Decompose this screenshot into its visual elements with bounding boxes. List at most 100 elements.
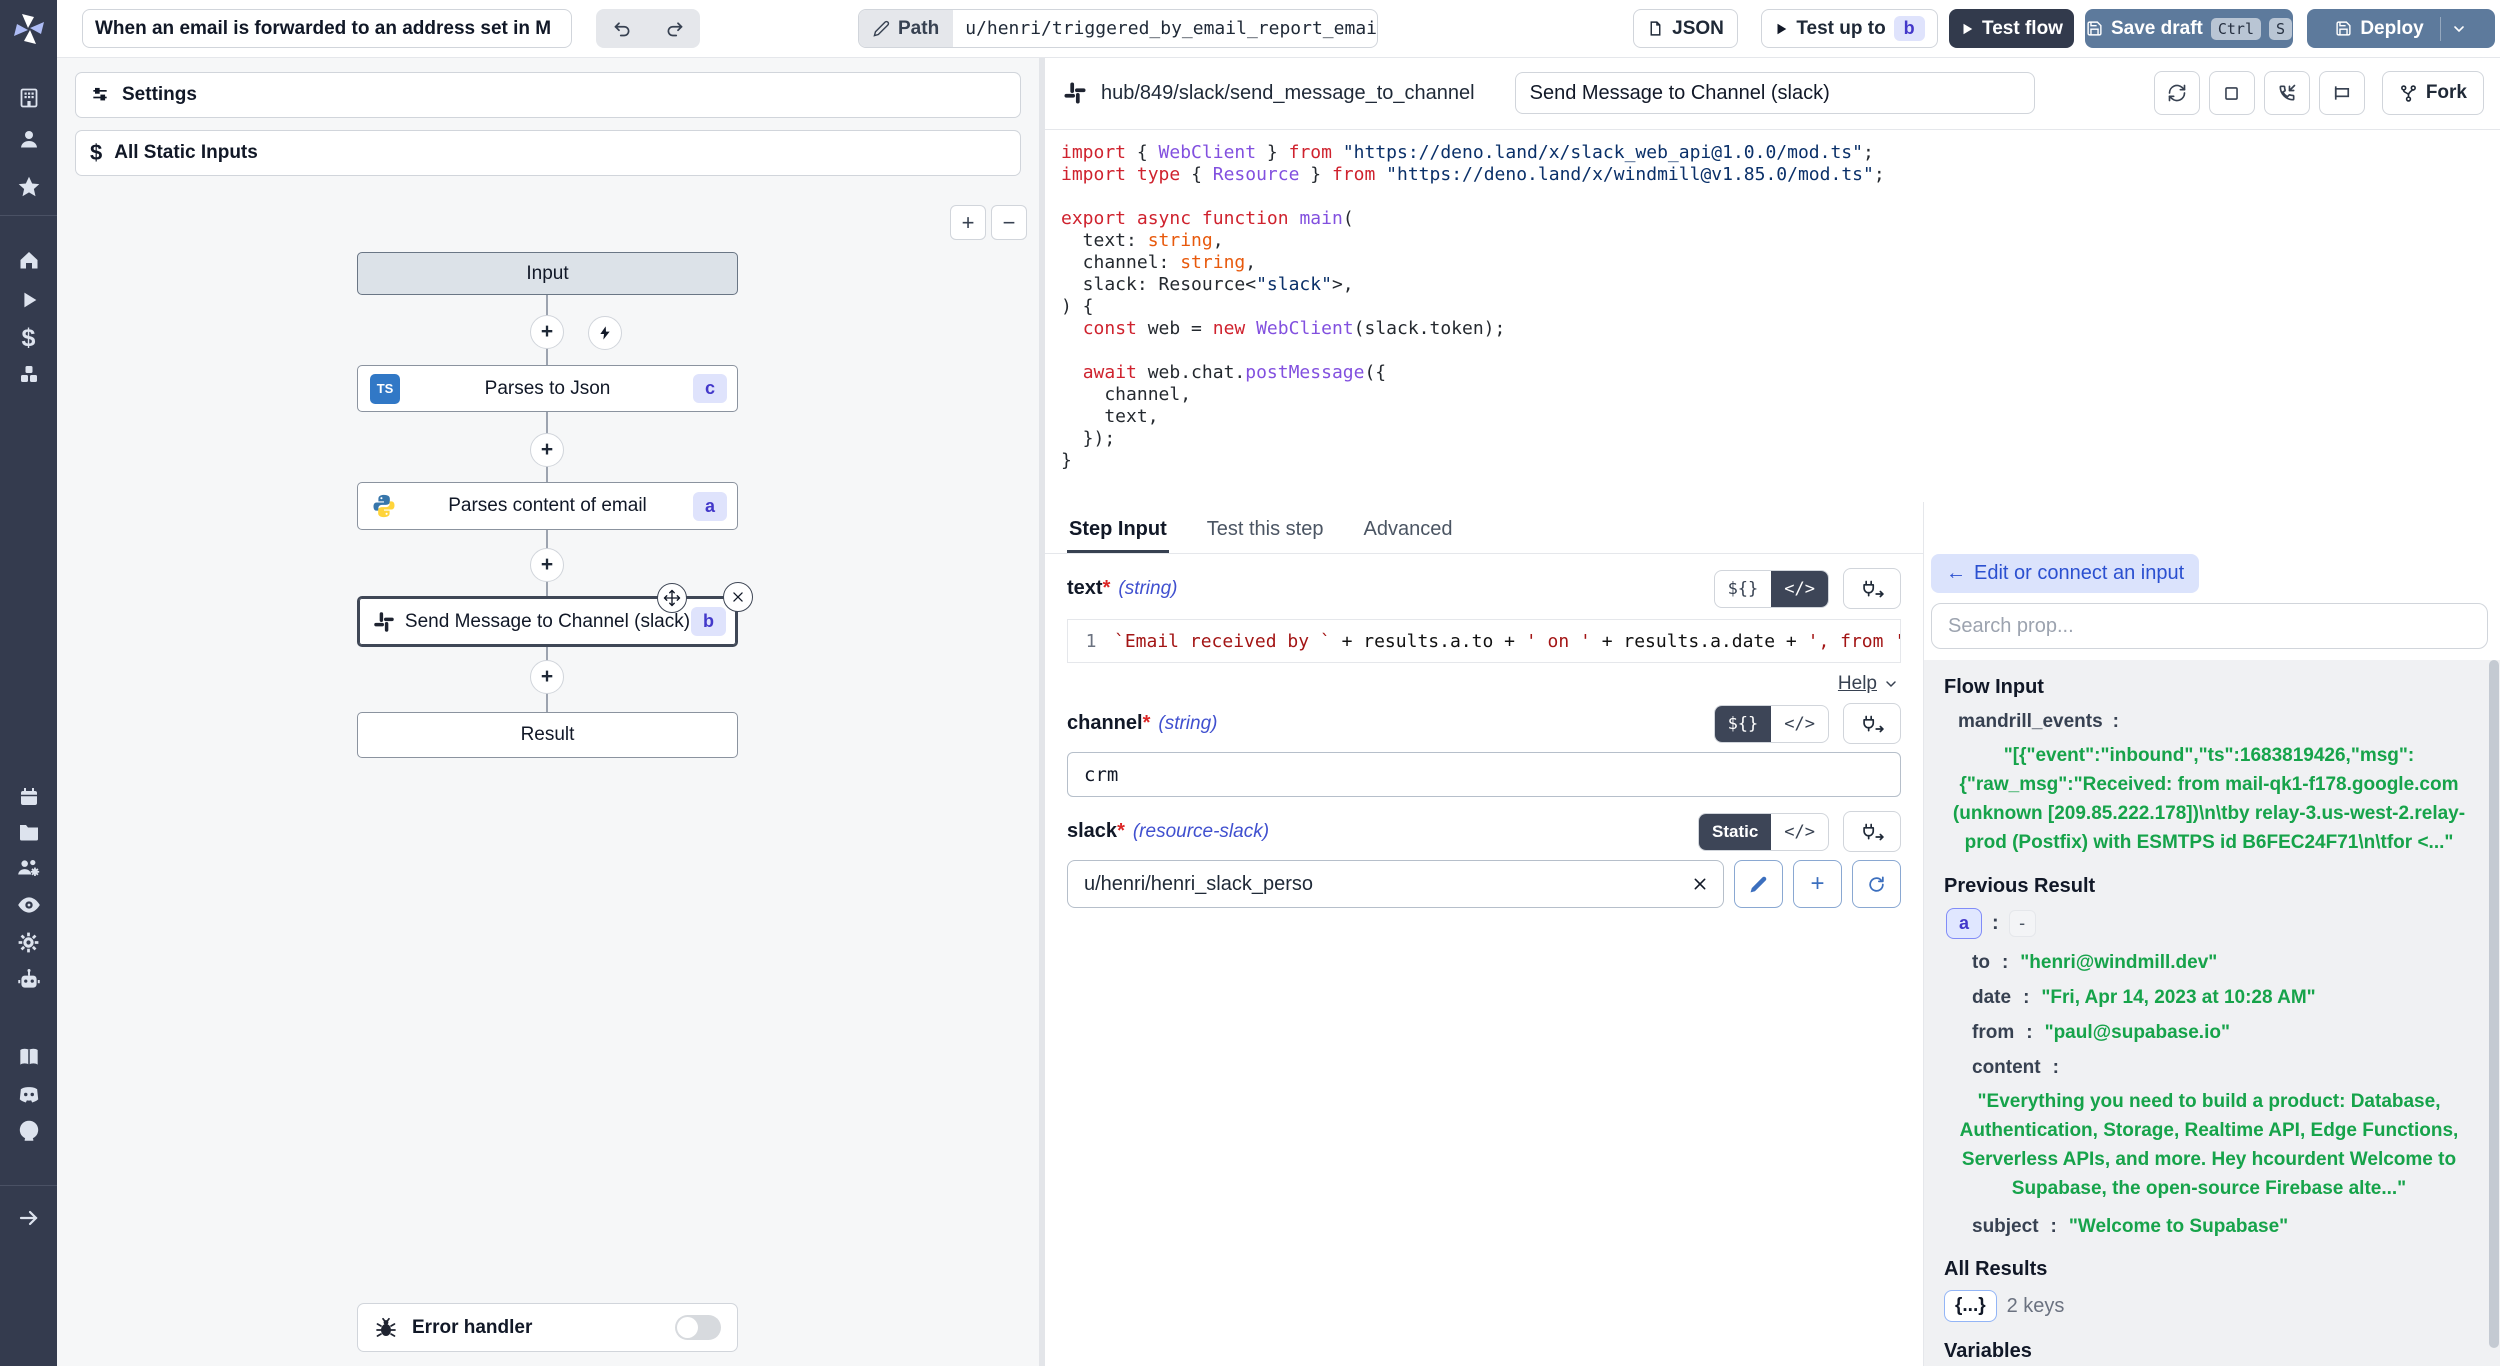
scrollbar-thumb[interactable] — [2489, 660, 2499, 1348]
code-line: import type { Resource } from "https://d… — [1061, 164, 2500, 186]
node-input[interactable]: Input — [357, 252, 738, 295]
flow-settings-button[interactable]: Settings — [75, 72, 1021, 118]
hub-script-path[interactable]: hub/849/slack/send_message_to_channel — [1101, 82, 1475, 105]
docs-book-icon[interactable] — [10, 1039, 48, 1075]
runs-play-icon[interactable] — [10, 282, 48, 318]
move-step-button[interactable] — [657, 583, 687, 613]
connect-input-plug-button[interactable] — [1843, 811, 1901, 852]
chevron-down-icon[interactable] — [1883, 676, 1899, 692]
expand-editor-button[interactable] — [2209, 71, 2255, 115]
node-result[interactable]: Result — [357, 712, 738, 758]
result-a-badge[interactable]: a — [1946, 908, 1982, 939]
refresh-resource-button[interactable] — [1852, 860, 1901, 908]
code-line: const web = new WebClient(slack.token); — [1061, 318, 2500, 340]
result-row-from[interactable]: from: "paul@supabase.io" — [1944, 1022, 2474, 1044]
all-static-inputs-button[interactable]: $ All Static Inputs — [75, 130, 1021, 176]
schedules-calendar-icon[interactable] — [10, 779, 48, 815]
user-icon[interactable] — [10, 121, 48, 157]
error-handler-toggle[interactable] — [675, 1315, 721, 1340]
folders-icon[interactable] — [10, 814, 48, 850]
search-prop-input[interactable] — [1931, 603, 2488, 649]
deploy-dropdown-chevron-icon[interactable] — [2451, 21, 2467, 37]
resources-cubes-icon[interactable] — [10, 356, 48, 392]
save-draft-button[interactable]: Save draft Ctrl S — [2085, 9, 2293, 48]
windmill-logo-icon[interactable] — [0, 0, 57, 57]
discord-icon[interactable] — [10, 1076, 48, 1112]
fork-button[interactable]: Fork — [2382, 71, 2484, 115]
reload-script-button[interactable] — [2154, 71, 2200, 115]
settings-gear-icon[interactable] — [10, 924, 48, 960]
redo-button[interactable] — [648, 9, 700, 48]
static-mode-button[interactable]: Static — [1699, 814, 1771, 850]
workspace-building-icon[interactable] — [10, 80, 48, 116]
step-summary-input[interactable] — [1515, 72, 2035, 114]
insert-step-button[interactable]: + — [530, 548, 564, 582]
result-row-to[interactable]: to: "henri@windmill.dev" — [1944, 952, 2474, 974]
step-header-actions: Fork — [2154, 71, 2484, 115]
help-link[interactable]: Help — [1838, 673, 1877, 695]
insert-step-button[interactable]: + — [530, 315, 564, 349]
error-handler-label: Error handler — [412, 1317, 532, 1339]
connect-input-plug-button[interactable] — [1843, 703, 1901, 744]
github-icon[interactable] — [10, 1113, 48, 1149]
text-expression-editor[interactable]: 1 `Email received by ` + results.a.to + … — [1067, 619, 1901, 663]
error-handler-row[interactable]: Error handler — [357, 1303, 738, 1352]
insert-step-button[interactable]: + — [530, 433, 564, 467]
flow-title-input[interactable] — [82, 9, 572, 48]
undo-button[interactable] — [596, 9, 648, 48]
connect-input-plug-button[interactable] — [1843, 568, 1901, 609]
tab-advanced[interactable]: Advanced — [1361, 518, 1454, 553]
edit-resource-button[interactable] — [1734, 860, 1783, 908]
all-results-object-badge[interactable]: {...} — [1944, 1290, 1997, 1322]
flag-button[interactable] — [2319, 71, 2365, 115]
insert-step-button[interactable]: + — [530, 660, 564, 694]
code-mode-button[interactable]: </> — [1771, 571, 1828, 607]
trigger-bolt-button[interactable] — [588, 316, 622, 350]
result-content-value[interactable]: "Everything you need to build a product:… — [1944, 1087, 2474, 1203]
slack-resource-input[interactable] — [1067, 860, 1724, 908]
collapse-button[interactable]: - — [2009, 910, 2036, 937]
delete-step-button[interactable] — [723, 582, 753, 612]
flow-path-value[interactable]: u/henri/triggered_by_email_report_email — [953, 10, 1378, 47]
test-up-to-button[interactable]: Test up to b — [1761, 9, 1938, 48]
zoom-out-button[interactable]: − — [991, 205, 1027, 240]
zoom-in-button[interactable]: + — [950, 205, 986, 240]
audit-eye-icon[interactable] — [10, 887, 48, 923]
step-input-form: text* (string) ${} </> — [1045, 554, 1923, 1366]
channel-value-input[interactable] — [1067, 752, 1901, 797]
test-flow-button[interactable]: Test flow — [1949, 9, 2074, 48]
template-mode-button[interactable]: ${} — [1715, 571, 1772, 607]
result-row-content-key[interactable]: content: — [1944, 1057, 2474, 1079]
node-label: Parses to Json — [358, 378, 737, 400]
flow-graph-panel: Settings $ All Static Inputs + − Input +… — [57, 57, 1045, 1366]
mandrill-events-key[interactable]: mandrill_events: — [1944, 711, 2474, 733]
edit-or-connect-input-button[interactable]: ← Edit or connect an input — [1931, 554, 2199, 593]
node-parses-content-of-email[interactable]: Parses content of email a — [357, 482, 738, 530]
groups-users-gear-icon[interactable] — [10, 850, 48, 886]
tab-test-this-step[interactable]: Test this step — [1205, 518, 1326, 553]
home-icon[interactable] — [10, 242, 48, 278]
phone-incoming-button[interactable] — [2264, 71, 2310, 115]
template-mode-button[interactable]: ${} — [1715, 706, 1772, 742]
workers-robot-icon[interactable] — [10, 962, 48, 998]
variables-dollar-icon[interactable]: $ — [10, 320, 48, 356]
required-asterisk: * — [1103, 577, 1111, 600]
add-resource-button[interactable]: + — [1793, 860, 1842, 908]
json-button[interactable]: JSON — [1633, 9, 1738, 48]
play-icon — [1960, 22, 1974, 36]
code-editor[interactable]: import { WebClient } from "https://deno.… — [1045, 130, 2500, 502]
result-row-date[interactable]: date: "Fri, Apr 14, 2023 at 10:28 AM" — [1944, 987, 2474, 1009]
code-mode-button[interactable]: </> — [1771, 706, 1828, 742]
tab-step-input[interactable]: Step Input — [1067, 518, 1169, 553]
input-props-panel: ← Edit or connect an input Flow Input ma… — [1923, 502, 2500, 1366]
deploy-button[interactable]: Deploy — [2307, 9, 2495, 48]
required-asterisk: * — [1117, 820, 1125, 843]
result-row-subject[interactable]: subject: "Welcome to Supabase" — [1944, 1216, 2474, 1238]
path-edit-button[interactable]: Path — [859, 10, 953, 47]
clear-resource-x-icon[interactable] — [1692, 876, 1708, 892]
collapse-sidebar-arrow-icon[interactable] — [10, 1200, 48, 1236]
node-parses-to-json[interactable]: TS Parses to Json c — [357, 365, 738, 412]
favorites-star-icon[interactable] — [10, 169, 48, 205]
code-mode-button[interactable]: </> — [1771, 814, 1828, 850]
mandrill-events-value[interactable]: "[{"event":"inbound","ts":1683819426,"ms… — [1944, 741, 2474, 857]
